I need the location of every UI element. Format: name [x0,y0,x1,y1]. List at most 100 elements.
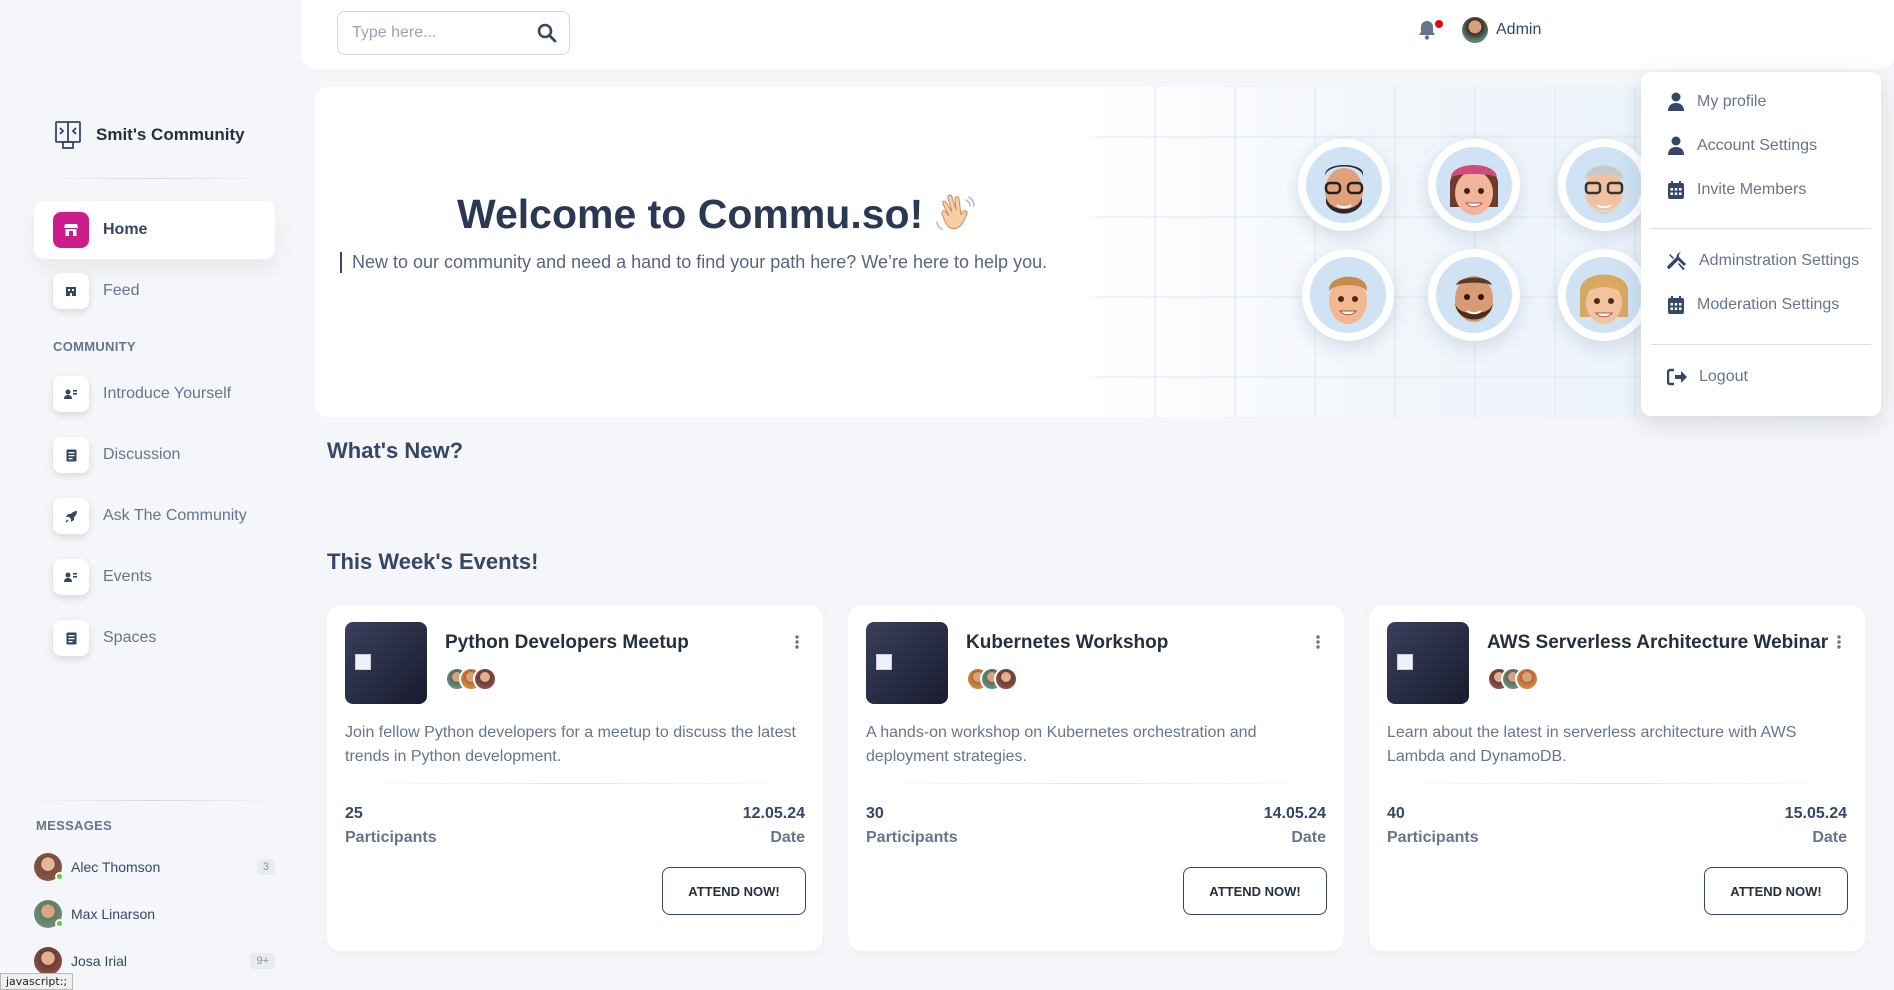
participants-label: Participants [866,829,958,846]
user-dropdown-menu: My profile Account Settings Invite Membe… [1641,72,1881,416]
user-menu-toggle[interactable]: Admin [1462,17,1541,43]
search-icon[interactable] [537,23,557,43]
participants-label: Participants [1387,829,1479,846]
brand-name: Smit's Community [96,125,245,144]
divider [34,178,274,179]
sidebar-item-ask-the-community[interactable]: Ask The Community [34,487,275,545]
attend-now-button[interactable]: ATTEND NOW! [1183,867,1327,915]
menu-item-label: Adminstration Settings [1699,252,1860,269]
event-date: 15.05.24 [1784,805,1847,822]
attend-now-button[interactable]: ATTEND NOW! [662,867,806,915]
brand[interactable]: Smit's Community [54,120,245,150]
divider [34,800,274,801]
avatar [34,947,62,975]
sidebar-item-feed[interactable]: Feed [34,262,275,320]
avatar [34,900,64,928]
event-thumbnail [345,622,427,704]
attendee-avatars [966,667,1018,691]
more-options-icon[interactable] [1316,635,1320,649]
divider [1651,344,1871,345]
menu-item-label: Invite Members [1697,181,1807,198]
tools-icon [1667,251,1687,271]
rocket-icon [53,498,89,534]
message-item[interactable]: Max Linarson [34,898,275,930]
search-box[interactable] [337,11,570,55]
calendar-icon [1667,295,1685,315]
sidebar-item-label: Spaces [103,629,157,646]
broken-image-icon [1397,654,1413,670]
menu-item-administration-settings[interactable]: Adminstration Settings [1667,251,1859,271]
user-card-icon [53,559,89,595]
message-sender-name: Josa Irial [71,953,128,969]
event-card: Kubernetes Workshop A hands-on workshop … [848,605,1344,951]
messages-section-title: MESSAGES [36,818,113,833]
avatar [994,667,1018,691]
online-status-icon [55,872,64,881]
menu-item-moderation-settings[interactable]: Moderation Settings [1667,295,1839,315]
notification-badge [1435,20,1443,28]
sidebar-item-label: Home [103,221,148,238]
event-thumbnail [1387,622,1469,704]
avatar [34,853,64,881]
attend-now-button[interactable]: ATTEND NOW! [1704,867,1848,915]
menu-item-my-profile[interactable]: My profile [1667,92,1766,112]
status-bar-url: javascript:; [0,973,74,990]
user-name: Admin [1496,21,1542,38]
online-status-icon [55,919,64,928]
event-title[interactable]: Python Developers Meetup [445,632,689,654]
top-navbar [302,0,1894,69]
broken-image-icon [355,654,371,670]
community-logo-icon [54,120,82,150]
menu-item-logout[interactable]: Logout [1667,368,1748,386]
document-icon [53,437,89,473]
avatar [473,667,497,691]
avatar [1515,667,1539,691]
sidebar-item-label: Events [103,568,152,585]
user-icon [1667,92,1685,112]
event-title[interactable]: Kubernetes Workshop [966,632,1168,654]
sidebar-item-introduce-yourself[interactable]: Introduce Yourself [34,365,275,423]
member-memoji [1428,249,1520,341]
logout-icon [1667,368,1687,386]
divider [345,783,805,784]
sidebar-item-label: Feed [103,282,140,299]
whats-new-heading: What's New? [327,438,464,463]
participants-count: 40 [1387,805,1405,822]
welcome-title-text: Welcome to Commu.so! [457,191,924,237]
sidebar-item-spaces[interactable]: Spaces [34,609,275,667]
broken-image-icon [876,654,892,670]
sidebar: Smit's Community Home Feed COMMUNITY Int… [0,0,300,990]
divider [1651,228,1871,229]
sidebar-item-home[interactable]: Home [34,201,275,259]
user-icon [1667,136,1685,156]
message-item[interactable]: Alec Thomson 3 [34,851,275,883]
sidebar-item-discussion[interactable]: Discussion [34,426,275,484]
sidebar-item-events[interactable]: Events [34,548,275,606]
notification-bell-icon[interactable] [1418,20,1436,40]
avatar [1462,17,1488,43]
waving-hand-icon [933,194,975,236]
event-title[interactable]: AWS Serverless Architecture Webinar [1487,632,1828,654]
event-card: AWS Serverless Architecture Webinar Lear… [1369,605,1865,951]
unread-count-badge: 9+ [250,953,275,969]
document-icon [53,620,89,656]
event-thumbnail [866,622,948,704]
menu-item-invite-members[interactable]: Invite Members [1667,180,1806,200]
sidebar-item-label: Ask The Community [103,507,247,524]
sidebar-item-label: Discussion [103,446,181,463]
calendar-icon [1667,180,1685,200]
search-input[interactable] [338,24,518,42]
member-memoji [1428,139,1520,231]
member-memoji [1302,249,1394,341]
member-memoji [1298,139,1390,231]
more-options-icon[interactable] [1837,635,1841,649]
sidebar-item-label: Introduce Yourself [103,385,232,402]
menu-item-account-settings[interactable]: Account Settings [1667,136,1817,156]
menu-item-label: Moderation Settings [1697,296,1840,313]
community-section-title: COMMUNITY [53,339,136,354]
shop-icon [53,212,89,248]
welcome-title: Welcome to Commu.so! [457,191,975,238]
office-icon [53,273,89,309]
more-options-icon[interactable] [795,635,799,649]
event-description: Learn about the latest in serverless arc… [1387,724,1797,765]
